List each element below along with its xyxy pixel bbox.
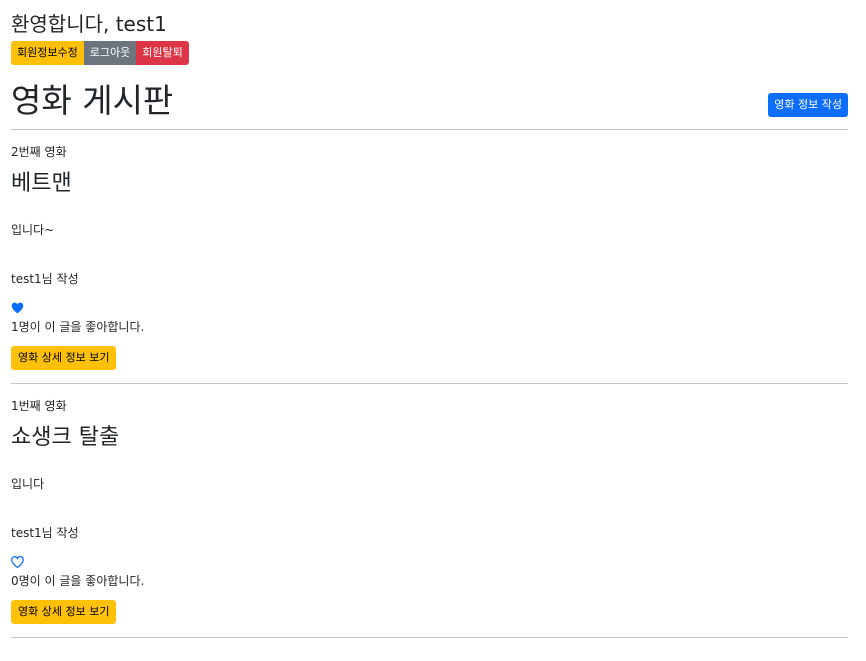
like-count: 0명이 이 글을 좋아합니다.	[11, 574, 145, 588]
post-author: test1님 작성	[11, 272, 79, 286]
heart-outline-icon[interactable]	[11, 556, 24, 568]
post-item: 2번째 영화 베트맨 입니다~ test1님 작성 1명이 이 글을 좋아합니다…	[11, 130, 848, 383]
post-title: 쇼생크 탈출	[11, 425, 120, 450]
withdraw-button[interactable]: 회원탈퇴	[136, 41, 189, 65]
edit-profile-button[interactable]: 회원정보수정	[11, 41, 84, 65]
like-count: 1명이 이 글을 좋아합니다.	[11, 320, 145, 334]
post-author: test1님 작성	[11, 526, 79, 540]
board-header: 영화 게시판 영화 정보 작성	[11, 65, 848, 129]
page: 환영합니다, test1 회원정보수정 로그아웃 회원탈퇴 영화 게시판 영화 …	[0, 0, 866, 661]
logout-button[interactable]: 로그아웃	[83, 41, 137, 65]
post-sequence: 2번째 영화	[11, 145, 67, 159]
post-item: 1번째 영화 쇼생크 탈출 입니다 test1님 작성 0명이 이 글을 좋아합…	[11, 384, 848, 637]
post-sequence: 1번째 영화	[11, 399, 67, 413]
write-movie-button[interactable]: 영화 정보 작성	[768, 93, 848, 117]
divider	[11, 637, 848, 638]
post-title: 베트맨	[11, 171, 72, 196]
movie-detail-button[interactable]: 영화 상세 정보 보기	[11, 346, 117, 370]
page-title: 영화 게시판	[11, 81, 174, 120]
user-button-group: 회원정보수정 로그아웃 회원탈퇴	[11, 41, 848, 65]
post-content: 입니다	[11, 477, 45, 491]
heart-filled-icon[interactable]	[11, 302, 24, 314]
post-content: 입니다~	[11, 223, 55, 237]
movie-detail-button[interactable]: 영화 상세 정보 보기	[11, 600, 117, 624]
welcome-message: 환영합니다, test1	[11, 12, 167, 36]
